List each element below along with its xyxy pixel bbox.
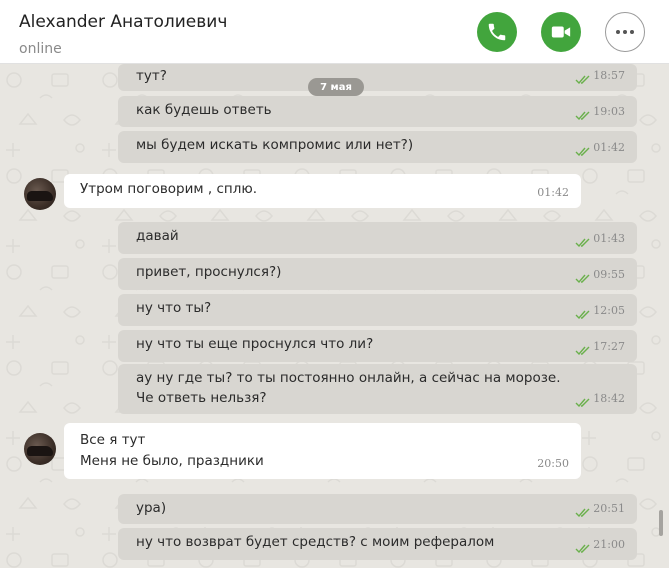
more-options-button[interactable] [605,12,645,52]
chat-scrollbar[interactable] [659,510,663,536]
avatar-image [27,446,53,456]
message-incoming[interactable]: Утром поговорим , сплю. 01:42 [64,174,581,208]
read-ticks-icon [575,147,590,156]
message-text: давай [136,228,179,244]
message-text: мы будем искать компромис или нет?) [136,137,414,153]
message-text: ура) [136,500,167,516]
video-call-button[interactable] [541,12,581,52]
date-separator: 7 мая [308,78,364,96]
message-time: 09:55 [593,268,625,281]
message-text: ау ну где ты? то ты постоянно онлайн, а … [136,370,561,386]
message-text: Че ответь нельзя? [136,390,267,406]
video-camera-icon [551,26,571,38]
message-time: 18:42 [593,392,625,405]
message-text: как будешь ответь [136,102,272,118]
message-text: привет, проснулся?) [136,264,282,280]
message-time: 19:03 [593,105,625,118]
chat-area[interactable]: тут? 18:57 7 мая как будешь ответь 19:03… [0,64,669,568]
message-outgoing[interactable]: ау ну где ты? то ты постоянно онлайн, а … [118,364,637,414]
chat-header: Alexander Анатолиевич online [0,0,669,64]
message-time: 18:57 [593,69,625,82]
message-time: 12:05 [593,304,625,317]
message-text: ну что возврат будет средств? с моим реф… [136,534,495,550]
message-time: 20:51 [593,502,625,515]
message-incoming[interactable]: Все я тут Меня не было, праздники 20:50 [64,423,581,479]
message-time: 20:50 [537,457,569,470]
message-text: ну что ты? [136,300,212,316]
read-ticks-icon [575,111,590,120]
message-outgoing[interactable]: ну что возврат будет средств? с моим реф… [118,528,637,560]
message-time: 21:00 [593,538,625,551]
message-outgoing[interactable]: мы будем искать компромис или нет?) 01:4… [118,131,637,163]
read-ticks-icon [575,75,590,84]
message-text: ну что ты еще проснулся что ли? [136,336,374,352]
call-button[interactable] [477,12,517,52]
message-outgoing[interactable]: привет, проснулся?) 09:55 [118,258,637,290]
message-outgoing[interactable]: давай 01:43 [118,222,637,254]
read-ticks-icon [575,346,590,355]
message-outgoing[interactable]: как будешь ответь 19:03 [118,96,637,127]
message-time: 17:27 [593,340,625,353]
contact-status: online [19,41,62,57]
contact-avatar[interactable] [24,178,56,210]
message-outgoing[interactable]: ну что ты? 12:05 [118,294,637,326]
message-time: 01:43 [593,232,625,245]
message-time: 01:42 [593,141,625,154]
read-ticks-icon [575,544,590,553]
message-text: Все я тут [80,432,146,448]
phone-icon [488,23,506,41]
message-outgoing[interactable]: ну что ты еще проснулся что ли? 17:27 [118,330,637,362]
read-ticks-icon [575,274,590,283]
message-text: Меня не было, праздники [80,453,264,469]
message-outgoing[interactable]: ура) 20:51 [118,494,637,524]
message-time: 01:42 [537,186,569,199]
read-ticks-icon [575,310,590,319]
message-text: тут? [136,68,167,84]
read-ticks-icon [575,398,590,407]
read-ticks-icon [575,238,590,247]
contact-name[interactable]: Alexander Анатолиевич [19,12,227,32]
avatar-image [27,191,53,201]
message-outgoing[interactable]: тут? 18:57 [118,64,637,91]
more-horizontal-icon [616,30,634,34]
contact-avatar[interactable] [24,433,56,465]
read-ticks-icon [575,508,590,517]
message-text: Утром поговорим , сплю. [80,181,257,197]
